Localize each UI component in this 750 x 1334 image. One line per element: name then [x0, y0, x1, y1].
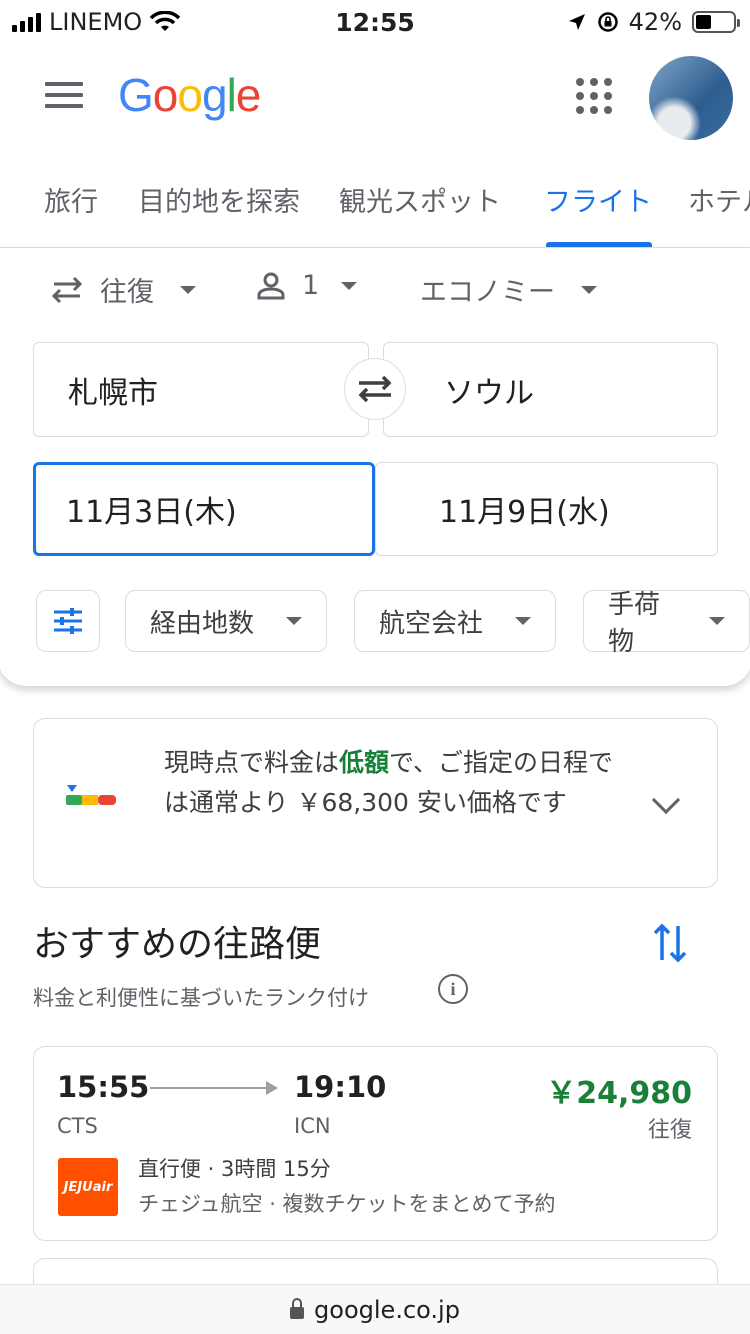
destination-value: ソウル: [444, 375, 534, 411]
logo-letter: e: [235, 69, 262, 121]
flight-price: ￥24,980: [546, 1076, 692, 1111]
passenger-count: 1: [302, 270, 320, 301]
chevron-down-icon: [581, 285, 597, 294]
logo-letter: o: [152, 69, 179, 121]
depart-time: 15:55: [57, 1070, 150, 1104]
swap-icon: [358, 375, 392, 403]
logo-letter: l: [226, 69, 237, 121]
location-arrow-icon: [568, 14, 585, 30]
return-date-field[interactable]: 11月9日(水): [375, 462, 718, 556]
round-trip-icon: [51, 276, 83, 303]
logo-letter: o: [177, 69, 203, 121]
airline-filter-label: 航空会社: [379, 608, 484, 639]
cabin-class-label: エコノミー: [420, 277, 555, 308]
travel-tabs: 旅行 目的地を探索 観光スポット フライト ホテル: [0, 150, 750, 248]
battery-percent: 42%: [628, 8, 682, 36]
depart-date-field[interactable]: 11月3日(木): [33, 462, 375, 556]
price-insight-text: 現時点で料金は低額で、ご指定の日程では通常より ￥68,300 安い価格です: [164, 743, 634, 823]
return-date-value: 11月9日(水): [439, 495, 610, 530]
flight-airline: チェジュ航空 · 複数チケットをまとめて予約: [138, 1192, 556, 1216]
tab-hotels[interactable]: ホテル: [688, 180, 750, 219]
sort-icon[interactable]: [652, 922, 688, 964]
info-icon[interactable]: i: [438, 974, 468, 1004]
swap-locations-button[interactable]: [344, 358, 406, 420]
tune-icon: [54, 608, 82, 634]
status-bar: LINEMO 12:55 42%: [0, 0, 750, 42]
passenger-select[interactable]: 1: [256, 270, 358, 301]
logo-letter: G: [118, 69, 154, 121]
avatar[interactable]: [649, 56, 733, 140]
arrive-time: 19:10: [294, 1070, 387, 1104]
origin-value: 札幌市: [68, 375, 158, 411]
apps-grid-icon[interactable]: [576, 78, 612, 114]
depart-airport: CTS: [57, 1114, 98, 1138]
price-level-icon: [66, 785, 116, 805]
chevron-down-icon: [286, 617, 303, 625]
airline-logo: JEJUair: [58, 1158, 118, 1216]
tab-things-to-do[interactable]: 観光スポット: [339, 180, 501, 219]
section-subtitle: 料金と利便性に基づいたランク付け: [33, 986, 369, 1010]
stops-filter[interactable]: 経由地数: [125, 590, 328, 652]
flight-duration: 直行便 · 3時間 15分: [138, 1157, 331, 1181]
route-arrow-icon: [266, 1081, 278, 1095]
insight-prefix: 現時点で料金は: [164, 748, 340, 777]
depart-date-value: 11月3日(木): [66, 495, 237, 530]
price-insight-card[interactable]: 現時点で料金は低額で、ご指定の日程では通常より ￥68,300 安い価格です: [33, 718, 718, 888]
baggage-filter[interactable]: 手荷物: [583, 590, 750, 657]
cabin-class-select[interactable]: エコノミー: [420, 270, 597, 309]
trip-type-label: 往復: [100, 277, 154, 308]
chevron-down-icon: [180, 285, 196, 294]
status-right: 42%: [567, 8, 740, 36]
google-logo[interactable]: Google: [118, 68, 262, 122]
trip-type-select[interactable]: 往復: [50, 270, 196, 309]
baggage-filter-label: 手荷物: [608, 590, 661, 657]
origin-field[interactable]: 札幌市: [33, 342, 369, 437]
logo-letter: g: [201, 69, 228, 121]
all-filters-button[interactable]: [36, 590, 100, 652]
lock-icon: [290, 1297, 305, 1319]
tab-explore[interactable]: 目的地を探索: [138, 180, 300, 219]
arrive-airport: ICN: [294, 1114, 331, 1138]
chevron-down-icon: [341, 281, 358, 290]
airline-filter[interactable]: 航空会社: [354, 590, 557, 652]
tab-travel[interactable]: 旅行: [44, 180, 98, 219]
price-note: 往復: [647, 1118, 692, 1143]
destination-field[interactable]: ソウル: [383, 342, 718, 437]
battery-icon: [692, 11, 740, 33]
section-title: おすすめの往路便: [33, 924, 322, 965]
route-line: [150, 1087, 270, 1089]
chevron-down-icon: [515, 617, 532, 625]
url-text: google.co.jp: [314, 1295, 460, 1324]
person-icon: [257, 272, 285, 299]
hamburger-icon[interactable]: [45, 82, 83, 108]
tab-flights[interactable]: フライト: [544, 180, 652, 219]
insight-highlight: 低額: [339, 748, 390, 777]
chevron-down-icon: [709, 617, 725, 625]
browser-url-bar[interactable]: google.co.jp: [0, 1284, 750, 1334]
rotation-lock-icon: [597, 12, 618, 32]
stops-filter-label: 経由地数: [150, 608, 255, 639]
